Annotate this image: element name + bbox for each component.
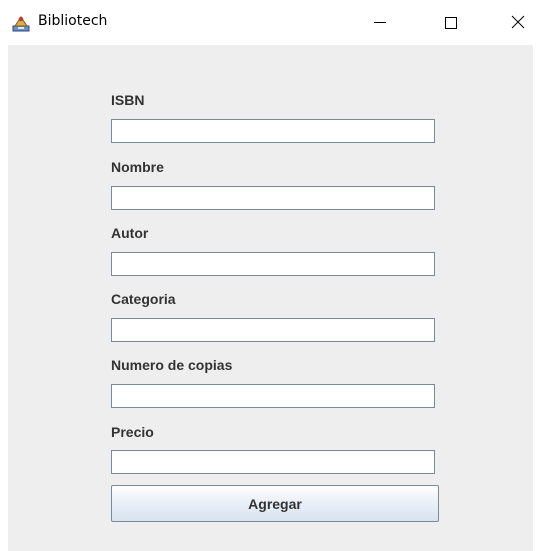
title-bar[interactable]: Bibliotech [0, 0, 541, 45]
numero-de-copias-input[interactable] [111, 384, 435, 408]
java-app-icon [12, 16, 30, 32]
nombre-label: Nombre [111, 159, 164, 175]
precio-input[interactable] [111, 450, 435, 474]
maximize-button[interactable] [428, 0, 474, 45]
categoria-label: Categoria [111, 291, 176, 307]
form-panel: ISBN Nombre Autor Categoria Numero de co… [8, 45, 533, 551]
autor-label: Autor [111, 225, 149, 241]
window-title: Bibliotech [38, 13, 108, 29]
close-button[interactable] [495, 0, 541, 45]
categoria-input[interactable] [111, 318, 435, 342]
minimize-button[interactable] [357, 0, 403, 45]
autor-input[interactable] [111, 252, 435, 276]
isbn-label: ISBN [111, 92, 145, 108]
isbn-input[interactable] [111, 119, 435, 143]
nombre-input[interactable] [111, 186, 435, 210]
app-window: Bibliotech ISBN Nombre Autor Categoria N [0, 0, 541, 551]
close-icon [511, 15, 525, 29]
numero-de-copias-label: Numero de copias [111, 357, 233, 373]
minimize-icon [374, 22, 386, 23]
precio-label: Precio [111, 424, 154, 440]
maximize-icon [445, 17, 457, 29]
agregar-button[interactable]: Agregar [111, 485, 439, 522]
